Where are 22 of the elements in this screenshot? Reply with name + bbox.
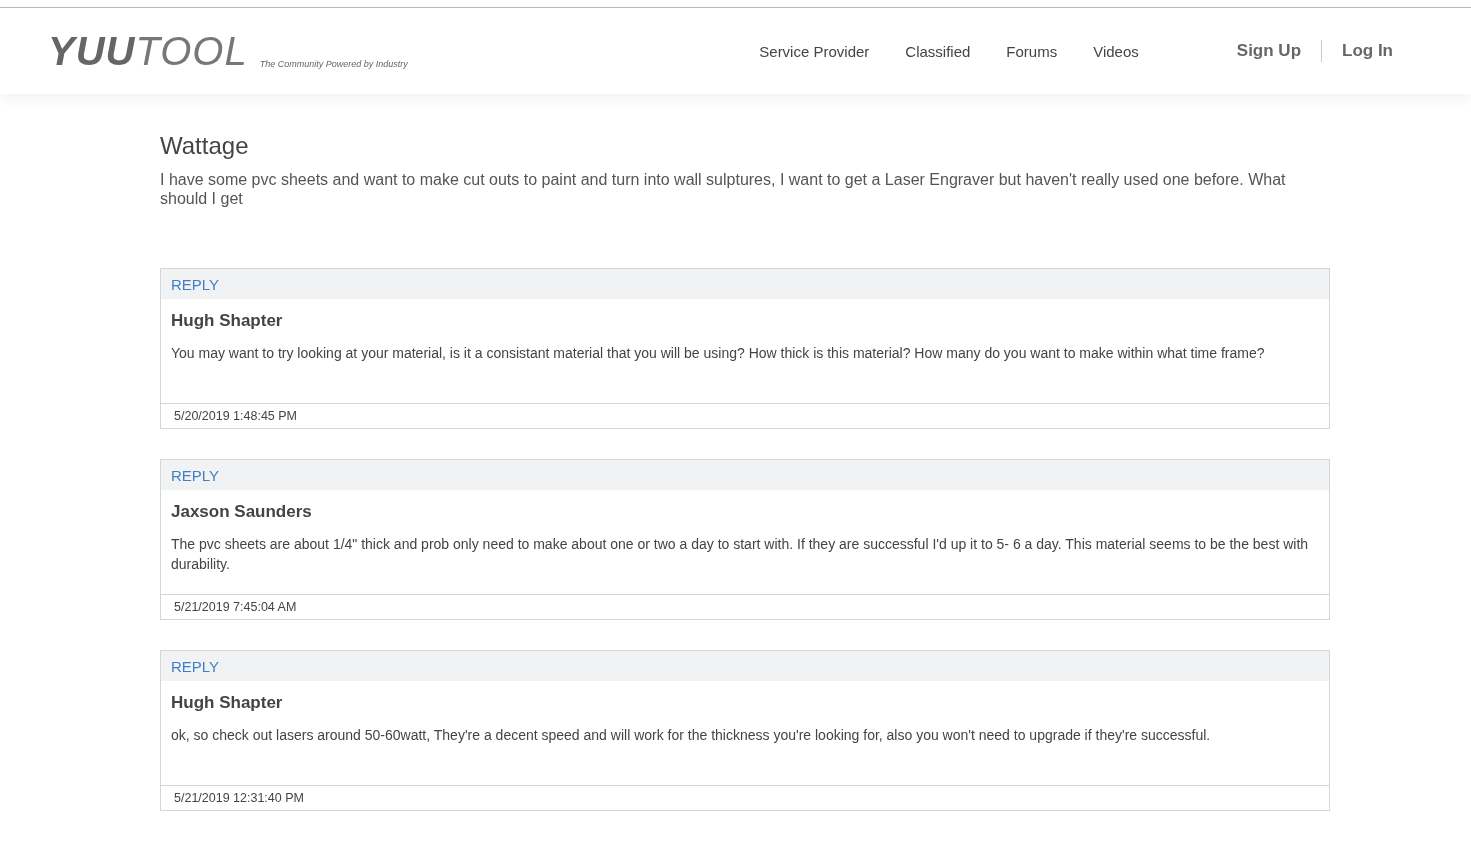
reply-link[interactable]: REPLY [171,466,220,484]
question-title: Wattage [160,132,250,160]
account-link[interactable]: Sign Up [1236,41,1301,61]
account-link[interactable]: Log In [1342,41,1393,61]
question-text: I have some pvc sheets and want to make cut outs to paint and turn into wall sulptures, I want to get a Laser Engraver but haven't really used one before. What should I get [160,170,1287,208]
nav-link[interactable]: Classified [905,42,971,60]
logo[interactable]: YUUTOOL [48,31,248,71]
timestamp: 5/21/2019 7:45:04 AM [174,600,297,614]
reply-text: The pvc sheets are about 1/4" thick and prob only need to make about one or two a day to start with. If they are successful I'd up it to 5- 6 a day. This material seems to be the best with durability. [171,535,1310,574]
timestamp: 5/21/2019 12:31:40 PM [174,791,304,805]
author-name: Jaxson Saunders [171,502,313,522]
reply-text: You may want to try looking at your material, is it a consistant material that you will be using? How thick is this material? How many do you want to make within what time frame? [171,344,1266,363]
reply-text: ok, so check out lasers around 50-60watt, They're a decent speed and will work for the thickness you're looking for, also you won't need to upgrade if they're successful. [171,726,1212,745]
tagline: The Community Powered by Industry [259,59,408,69]
timestamp: 5/20/2019 1:48:45 PM [174,409,297,423]
nav-link[interactable]: Forums [1006,42,1058,60]
reply-link[interactable]: REPLY [171,275,220,293]
author-name: Hugh Shapter [171,693,284,713]
author-name: Hugh Shapter [171,311,284,331]
reply-link[interactable]: REPLY [171,657,220,675]
nav-link[interactable]: Videos [1093,42,1139,60]
nav-link[interactable]: Service Provider [759,42,870,60]
